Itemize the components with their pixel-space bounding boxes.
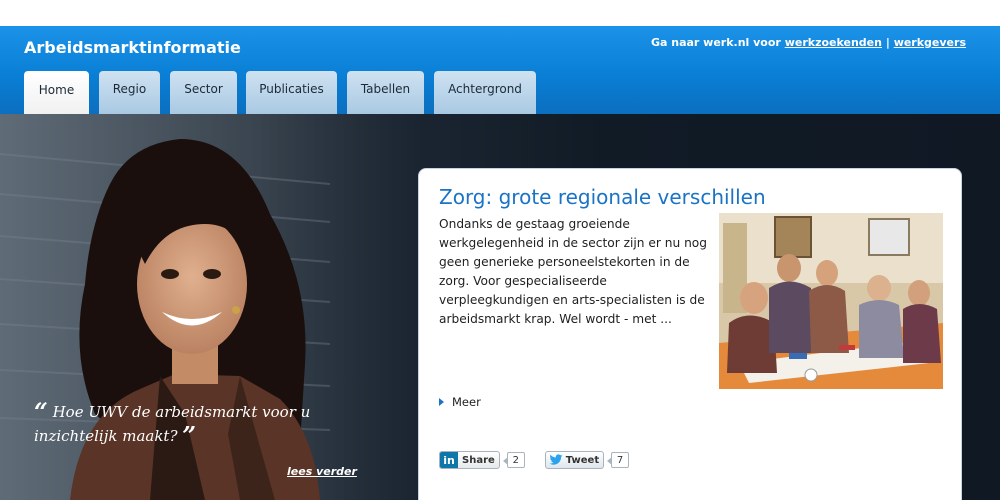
site-header: Arbeidsmarktinformatie Ga naar werk.nl v…	[0, 26, 1000, 114]
linkedin-share-label: Share	[462, 454, 495, 466]
article-text: Ondanks de gestaag groeiende werkgelegen…	[439, 217, 707, 326]
quote-open-mark: “	[34, 397, 48, 426]
more-link-label: Meer	[452, 395, 481, 409]
tweet-count: 7	[607, 452, 630, 468]
hero-banner: “ Hoe UWV de arbeidsmarkt voor u inzicht…	[0, 114, 1000, 500]
tab-home[interactable]: Home	[24, 71, 89, 114]
tab-sector[interactable]: Sector	[170, 71, 237, 114]
werk-nl-links: Ga naar werk.nl voor werkzoekenden | wer…	[651, 36, 966, 49]
twitter-bird-icon	[549, 454, 563, 465]
tab-regio[interactable]: Regio	[99, 71, 160, 114]
linkedin-share-button[interactable]: in Share	[439, 451, 500, 469]
tab-achtergrond[interactable]: Achtergrond	[434, 71, 536, 114]
social-share-bar: in Share 2 Tweet 7	[439, 451, 630, 469]
tab-publicaties[interactable]: Publicaties	[246, 71, 337, 114]
tweet-button[interactable]: Tweet	[544, 451, 605, 469]
quote-close-mark: ”	[182, 421, 197, 450]
werkzoekenden-link[interactable]: werkzoekenden	[785, 36, 882, 49]
triangle-right-icon	[439, 398, 444, 406]
article-photo-care	[719, 213, 943, 389]
link-separator: |	[885, 36, 890, 49]
article-card: Zorg: grote regionale verschillen Ondank…	[418, 168, 962, 500]
quote-text: Hoe UWV de arbeidsmarkt voor u inzichtel…	[34, 403, 311, 445]
linkedin-share-count: 2	[502, 452, 525, 468]
read-more-link[interactable]: lees verder	[287, 465, 357, 478]
linkedin-icon: in	[440, 452, 458, 468]
tweet-label: Tweet	[565, 454, 600, 466]
article-title[interactable]: Zorg: grote regionale verschillen	[439, 185, 766, 209]
werkgevers-link[interactable]: werkgevers	[894, 36, 966, 49]
more-link[interactable]: Meer	[439, 395, 481, 409]
hero-quote: “ Hoe UWV de arbeidsmarkt voor u inzicht…	[34, 400, 364, 448]
werk-prefix: Ga naar werk.nl voor	[650, 36, 781, 49]
site-title[interactable]: Arbeidsmarktinformatie	[24, 38, 241, 57]
tab-tabellen[interactable]: Tabellen	[347, 71, 424, 114]
